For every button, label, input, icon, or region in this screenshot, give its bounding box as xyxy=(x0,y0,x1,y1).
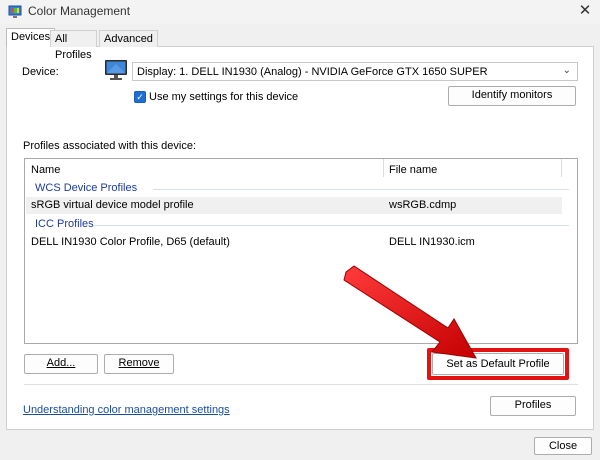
close-button[interactable]: Close xyxy=(534,437,592,455)
column-separator[interactable] xyxy=(561,159,562,177)
bottom-bar xyxy=(0,432,600,460)
profile-name-cell: sRGB virtual device model profile xyxy=(31,199,194,211)
remove-profile-button[interactable]: Remove xyxy=(104,354,174,374)
tab-advanced[interactable]: Advanced xyxy=(99,30,158,47)
window-close-icon[interactable]: ✕ xyxy=(574,1,596,21)
monitor-icon xyxy=(105,60,127,80)
use-my-settings-checkbox[interactable]: ✓ xyxy=(134,91,146,103)
tab-devices[interactable]: Devices xyxy=(6,28,56,47)
device-select[interactable]: Display: 1. DELL IN1930 (Analog) - NVIDI… xyxy=(132,62,578,81)
identify-monitors-button[interactable]: Identify monitors xyxy=(448,86,576,106)
chevron-down-icon: ⌄ xyxy=(562,65,571,76)
profiles-list: Name File name WCS Device Profiles sRGB … xyxy=(24,158,578,344)
title-bar: Color Management ✕ xyxy=(0,0,600,24)
column-separator[interactable] xyxy=(383,159,384,177)
window-title: Color Management xyxy=(28,4,131,18)
device-label: Device: xyxy=(22,66,59,78)
profiles-button[interactable]: Profiles xyxy=(490,396,576,416)
group-header-wcs: WCS Device Profiles xyxy=(35,182,138,194)
profile-file-cell: DELL IN1930.icm xyxy=(389,236,475,248)
group-divider xyxy=(93,225,569,226)
add-profile-button[interactable]: Add... xyxy=(24,354,98,374)
red-arrow-annotation xyxy=(343,265,477,359)
tab-all-profiles[interactable]: All Profiles xyxy=(50,30,97,61)
device-select-value: Display: 1. DELL IN1930 (Analog) - NVIDI… xyxy=(137,66,488,78)
group-header-icc: ICC Profiles xyxy=(35,218,94,230)
color-management-app-icon xyxy=(8,5,22,18)
understanding-color-management-link[interactable]: Understanding color management settings xyxy=(23,404,230,416)
profiles-section-label: Profiles associated with this device: xyxy=(23,140,197,152)
group-divider xyxy=(153,189,569,190)
profile-name-cell: DELL IN1930 Color Profile, D65 (default) xyxy=(31,236,230,248)
profile-file-cell: wsRGB.cdmp xyxy=(389,199,457,211)
section-divider xyxy=(24,384,578,385)
column-header-name[interactable]: Name xyxy=(31,164,60,176)
use-my-settings-label: Use my settings for this device xyxy=(149,91,299,103)
column-header-file-name[interactable]: File name xyxy=(389,164,437,176)
